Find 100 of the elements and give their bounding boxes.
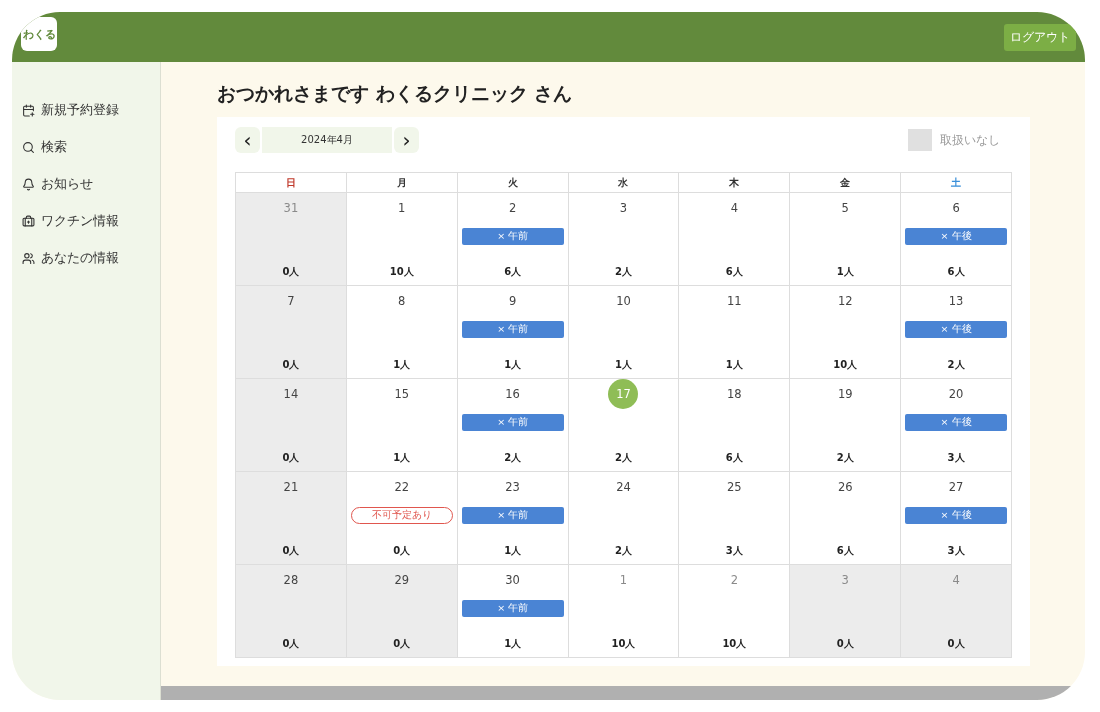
day-number: 30 <box>504 572 521 589</box>
day-number: 1 <box>397 200 407 217</box>
closed-slot-tag: × 午後 <box>905 228 1007 245</box>
closed-slot-tag: × 午前 <box>461 414 564 431</box>
booking-count: 6人 <box>725 451 743 465</box>
legend-swatch <box>908 129 932 151</box>
closed-slot-tag: × 午後 <box>905 414 1007 431</box>
day-cell[interactable]: 14 0人 <box>236 379 347 472</box>
day-number: 23 <box>504 479 521 496</box>
today-marker: 17 <box>608 379 639 409</box>
sidebar-item[interactable]: 検索 <box>12 137 160 157</box>
booking-count: 1人 <box>504 544 522 558</box>
booking-count: 0人 <box>282 358 300 372</box>
booking-count: 0人 <box>282 451 300 465</box>
bell-icon <box>22 177 35 191</box>
day-number: 16 <box>504 386 521 403</box>
day-cell[interactable]: 15 1人 <box>346 379 458 472</box>
sidebar-item[interactable]: ワクチン情報 <box>12 211 160 231</box>
day-cell[interactable]: 3 2人 <box>568 193 680 286</box>
day-number: 31 <box>282 200 300 217</box>
day-cell[interactable]: 9 × 午前 1人 <box>457 286 569 379</box>
closed-slot-tag: × 午後 <box>905 507 1007 524</box>
day-cell[interactable]: 10 1人 <box>568 286 680 379</box>
day-cell[interactable]: 11 1人 <box>679 286 791 379</box>
logo: わくる <box>21 17 57 51</box>
day-cell[interactable]: 18 6人 <box>679 379 791 472</box>
day-cell[interactable]: 19 2人 <box>790 379 902 472</box>
booking-count: 2人 <box>836 451 854 465</box>
day-number: 26 <box>836 479 854 496</box>
day-cell[interactable]: 4 6人 <box>679 193 791 286</box>
day-cell[interactable]: 2 10人 <box>679 565 791 658</box>
booking-count: 6人 <box>725 265 743 279</box>
day-number: 7 <box>286 293 296 310</box>
day-cell[interactable]: 25 3人 <box>679 472 791 565</box>
booking-count: 3人 <box>725 544 743 558</box>
day-number: 1 <box>618 572 629 589</box>
booking-count: 0人 <box>393 544 411 558</box>
day-number: 8 <box>397 293 407 310</box>
day-cell[interactable]: 30 × 午前 1人 <box>457 565 569 658</box>
sidebar-item[interactable]: 新規予約登録 <box>12 100 160 120</box>
closed-slot-tag: × 午前 <box>461 600 564 617</box>
users-icon <box>22 251 35 265</box>
day-cell[interactable]: 5 1人 <box>790 193 902 286</box>
search-icon <box>22 140 35 154</box>
day-cell[interactable]: 16 × 午前 2人 <box>457 379 569 472</box>
day-number: 18 <box>726 386 743 403</box>
sidebar-item[interactable]: お知らせ <box>12 174 160 194</box>
day-cell[interactable]: 20 × 午後 3人 <box>901 379 1012 472</box>
day-cell[interactable]: 29 0人 <box>346 565 458 658</box>
booking-count: 2人 <box>615 544 632 558</box>
booking-count: 1人 <box>725 358 743 372</box>
legend-label: 取扱いなし <box>940 131 1000 149</box>
booking-count: 3人 <box>947 544 965 558</box>
booking-count: 2人 <box>615 451 632 465</box>
booking-count: 6人 <box>504 265 522 279</box>
day-number: 29 <box>393 572 411 589</box>
day-cell[interactable]: 7 0人 <box>236 286 347 379</box>
day-cell[interactable]: 3 0人 <box>790 565 902 658</box>
day-cell[interactable]: 6 × 午後 6人 <box>901 193 1012 286</box>
day-cell[interactable]: 1 10人 <box>568 565 680 658</box>
day-number: 24 <box>615 479 632 496</box>
day-cell[interactable]: 27 × 午後 3人 <box>901 472 1012 565</box>
day-cell[interactable]: 24 2人 <box>568 472 680 565</box>
day-cell[interactable]: 26 6人 <box>790 472 902 565</box>
month-label: 2024年4月 <box>262 127 392 153</box>
day-number: 20 <box>947 386 965 403</box>
day-number: 11 <box>726 293 743 310</box>
booking-count: 0人 <box>947 637 965 651</box>
day-number: 27 <box>947 479 965 496</box>
day-cell[interactable]: 1 10人 <box>346 193 458 286</box>
day-number: 5 <box>840 200 850 217</box>
booking-count: 1人 <box>504 637 522 651</box>
day-number: 19 <box>836 386 854 403</box>
day-cell[interactable]: 22 不可予定あり 0人 <box>346 472 458 565</box>
day-cell[interactable]: 21 0人 <box>236 472 347 565</box>
closed-slot-tag: × 午前 <box>461 228 564 245</box>
booking-count: 1人 <box>836 265 854 279</box>
day-number: 2 <box>507 200 518 217</box>
day-cell[interactable]: 12 10人 <box>790 286 902 379</box>
day-number: 25 <box>726 479 743 496</box>
day-cell[interactable]: 17 2人 <box>568 379 680 472</box>
booking-count: 10人 <box>611 637 636 651</box>
day-cell[interactable]: 31 0人 <box>236 193 347 286</box>
day-cell[interactable]: 8 1人 <box>346 286 458 379</box>
previous-month-button[interactable]: ‹ <box>235 127 260 153</box>
medical-kit-icon <box>22 214 35 228</box>
day-cell[interactable]: 13 × 午後 2人 <box>901 286 1012 379</box>
day-cell[interactable]: 2 × 午前 6人 <box>457 193 569 286</box>
page-title: おつかれさまです わくるクリニック さん <box>217 81 574 106</box>
day-number: 28 <box>282 572 300 589</box>
booking-count: 0人 <box>836 637 854 651</box>
booking-count: 3人 <box>947 451 965 465</box>
unavailable-tag: 不可予定あり <box>350 507 453 524</box>
day-cell[interactable]: 4 0人 <box>901 565 1012 658</box>
booking-count: 10人 <box>389 265 414 279</box>
day-cell[interactable]: 28 0人 <box>236 565 347 658</box>
next-month-button[interactable]: › <box>394 127 419 153</box>
calendar-plus-icon <box>22 103 35 117</box>
sidebar-item[interactable]: あなたの情報 <box>12 248 160 268</box>
day-cell[interactable]: 23 × 午前 1人 <box>457 472 569 565</box>
